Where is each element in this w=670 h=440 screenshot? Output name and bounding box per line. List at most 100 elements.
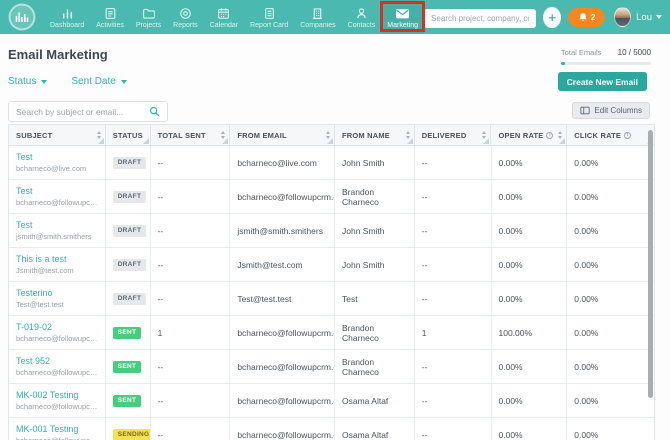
notification-count: 2 <box>591 13 595 22</box>
column-label: DELIVERED <box>422 131 467 140</box>
column-label: OPEN RATE <box>498 131 543 140</box>
table-row[interactable]: Testjsmith@smith.smithersDRAFT--jsmith@s… <box>9 214 654 248</box>
nav-item-label: Contacts <box>348 22 376 29</box>
column-resize-handle[interactable] <box>143 138 149 144</box>
column-resize-handle[interactable] <box>559 138 565 144</box>
cell-click-rate: 0.00% <box>567 248 654 281</box>
subject-link[interactable]: T-019-02 <box>16 322 99 332</box>
total-sent-value: -- <box>158 260 224 270</box>
column-resize-handle[interactable] <box>407 138 413 144</box>
cell-from-email: Test@test.test <box>230 282 335 315</box>
table-row[interactable]: Test 952bcharneco@followupcrm.comSENT--b… <box>9 350 654 384</box>
cell-subject: This is a testJsmith@test.com <box>9 248 106 281</box>
edit-columns-label: Edit Columns <box>594 106 642 115</box>
subject-link[interactable]: Test <box>16 152 99 162</box>
vertical-scrollbar[interactable] <box>648 130 653 398</box>
contacts-icon <box>355 6 368 20</box>
from-name-value: Osama Altaf <box>342 396 408 406</box>
table-row[interactable]: Testbcharneco@live.comDRAFT--bcharneco@l… <box>9 146 654 180</box>
status-badge: SENT <box>113 361 142 373</box>
cell-from-email: jsmith@smith.smithers <box>230 214 335 247</box>
table-row[interactable]: TesterinoTest@test.testDRAFT--Test@test.… <box>9 282 654 316</box>
nav-item-contacts[interactable]: Contacts <box>342 0 382 34</box>
from-email-value: bcharneco@followupcrm.com <box>237 192 328 202</box>
column-resize-handle[interactable] <box>98 138 104 144</box>
cell-delivered: 1 <box>415 316 492 349</box>
add-button[interactable]: + <box>543 7 561 28</box>
column-header-subject[interactable]: SUBJECT <box>9 125 106 145</box>
activities-icon <box>104 6 117 20</box>
notifications-button[interactable]: 2 <box>568 8 605 27</box>
subject-link[interactable]: This is a test <box>16 254 99 264</box>
table-row[interactable]: This is a testJsmith@test.comDRAFT--Jsmi… <box>9 248 654 282</box>
subject-link[interactable]: Test <box>16 186 99 196</box>
total-emails-label: Total Emails <box>561 48 601 57</box>
table-row[interactable]: MK-001 Testingbcharneco@followupcrm.comS… <box>9 418 654 440</box>
cell-total-sent: -- <box>151 384 231 417</box>
column-header-status[interactable]: STATUS <box>106 125 151 145</box>
chevron-down-icon <box>41 80 47 84</box>
global-search-input[interactable] <box>424 9 536 28</box>
nav-item-activities[interactable]: Activities <box>90 0 130 34</box>
nav-item-projects[interactable]: Projects <box>130 0 167 34</box>
from-email-value: bcharneco@followupcrm.com <box>237 362 328 372</box>
delivered-value: -- <box>422 294 485 304</box>
subject-link[interactable]: Test <box>16 220 99 230</box>
column-label: TOTAL SENT <box>158 131 206 140</box>
click-rate-value: 0.00% <box>574 396 648 406</box>
sent-date-filter-dropdown[interactable]: Sent Date <box>71 76 126 87</box>
column-header-from-name[interactable]: FROM NAME <box>335 125 415 145</box>
user-avatar[interactable] <box>614 7 631 27</box>
open-rate-value: 0.00% <box>499 396 561 406</box>
user-menu[interactable]: Lou <box>636 12 662 23</box>
subject-link[interactable]: MK-001 Testing <box>16 424 99 434</box>
table-search-input[interactable] <box>9 107 149 117</box>
sent-date-filter-label: Sent Date <box>71 76 115 87</box>
nav-item-companies[interactable]: Companies <box>294 0 341 34</box>
column-header-from-email[interactable]: FROM EMAIL <box>230 125 335 145</box>
subject-link[interactable]: Test 952 <box>16 356 99 366</box>
cell-total-sent: -- <box>151 282 231 315</box>
column-resize-handle[interactable] <box>327 138 333 144</box>
column-label: CLICK RATE <box>574 131 621 140</box>
cell-subject: MK-002 Testingbcharneco@followupcrm.com <box>9 384 106 417</box>
status-badge: SENT <box>113 327 142 339</box>
calendar-icon <box>217 6 230 20</box>
from-email-value: bcharneco@followupcrm.com <box>237 396 328 406</box>
nav-item-reports[interactable]: Reports <box>167 0 204 34</box>
nav-item-marketing[interactable]: Marketing <box>381 0 424 34</box>
column-resize-handle[interactable] <box>483 138 489 144</box>
report-card-icon <box>263 6 276 20</box>
status-filter-dropdown[interactable]: Status <box>8 76 47 87</box>
global-search <box>424 8 536 27</box>
column-label: SUBJECT <box>16 131 52 140</box>
cell-from-email: bcharneco@followupcrm.com <box>230 384 335 417</box>
create-new-email-button[interactable]: Create New Email <box>558 72 647 91</box>
column-resize-handle[interactable] <box>222 138 228 144</box>
column-header-delivered[interactable]: DELIVERED <box>415 125 492 145</box>
cell-status: DRAFT <box>106 248 151 281</box>
table-row[interactable]: T-019-02bcharneco@followupcrm.comSENT1bc… <box>9 316 654 350</box>
status-badge: DRAFT <box>113 293 147 305</box>
nav-item-label: Reports <box>173 22 198 29</box>
column-header-total-sent[interactable]: TOTAL SENT <box>151 125 231 145</box>
nav-item-dashboard[interactable]: Dashboard <box>44 0 90 34</box>
subject-link[interactable]: MK-002 Testing <box>16 390 99 400</box>
app-logo[interactable] <box>8 3 36 31</box>
search-icon[interactable] <box>149 106 160 117</box>
status-badge: SENDING <box>113 429 151 440</box>
from-email-value: Test@test.test <box>237 294 328 304</box>
nav-item-calendar[interactable]: Calendar <box>204 0 244 34</box>
table-row[interactable]: Testbcharneco@followupcrm.comDRAFT--bcha… <box>9 180 654 214</box>
from-name-value: Test <box>342 294 408 304</box>
top-navbar: Dashboard Activities Projects Reports <box>0 0 670 34</box>
subject-link[interactable]: Testerino <box>16 288 99 298</box>
column-header-click-rate[interactable]: CLICK RATEi <box>567 125 654 145</box>
cell-total-sent: -- <box>151 180 231 213</box>
column-header-open-rate[interactable]: OPEN RATEi <box>491 125 567 145</box>
table-row[interactable]: MK-002 Testingbcharneco@followupcrm.comS… <box>9 384 654 418</box>
delivered-value: -- <box>422 430 485 440</box>
cell-open-rate: 0.00% <box>492 418 568 440</box>
nav-item-report-card[interactable]: Report Card <box>244 0 294 34</box>
edit-columns-button[interactable]: Edit Columns <box>572 102 650 119</box>
